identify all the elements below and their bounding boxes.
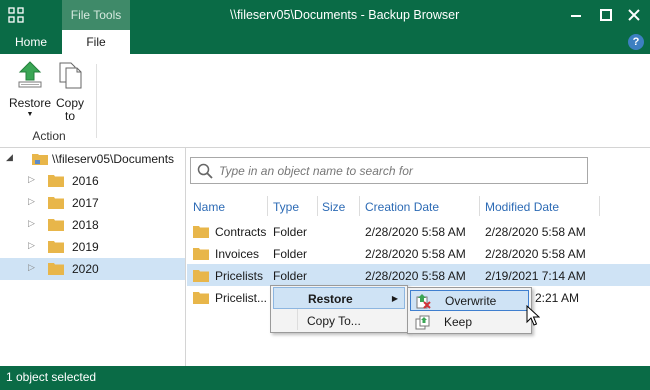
folder-icon — [48, 219, 64, 231]
tree-item-label: 2020 — [72, 262, 99, 276]
cell-name: Pricelist... — [215, 291, 268, 305]
expanded-arrow-icon[interactable]: ◢ — [6, 152, 13, 163]
collapsed-arrow-icon[interactable]: ▷ — [28, 262, 35, 273]
cell-type: Folder — [273, 225, 308, 239]
tree-item-2018[interactable]: ▷ 2018 — [0, 214, 185, 236]
search-input[interactable] — [219, 161, 579, 180]
table-row[interactable]: Invoices Folder 2/28/2020 5:58 AM 2/28/2… — [187, 242, 650, 264]
mouse-cursor-icon — [526, 305, 540, 326]
column-divider[interactable] — [479, 196, 480, 216]
menu-item-label: Restore — [308, 292, 353, 306]
search-icon — [197, 163, 213, 179]
folder-icon — [193, 226, 209, 238]
folder-icon — [193, 248, 209, 260]
restore-button-label: Restore — [8, 96, 52, 110]
app-menu-icon[interactable] — [8, 7, 24, 23]
collapsed-arrow-icon[interactable]: ▷ — [28, 240, 35, 251]
chevron-down-icon: ▼ — [26, 111, 34, 118]
tree-item-2019[interactable]: ▷ 2019 — [0, 236, 185, 258]
cell-name: Invoices — [215, 247, 260, 261]
maximize-icon[interactable] — [598, 7, 614, 23]
column-header-size[interactable]: Size — [322, 200, 345, 214]
network-folder-icon — [32, 154, 48, 165]
restore-submenu: Overwrite Keep — [407, 287, 532, 334]
tree-root-label: \\fileserv05\Documents — [52, 152, 175, 166]
cell-type: Folder — [273, 269, 308, 283]
copy-icon — [59, 62, 82, 89]
cell-created: 2/28/2020 5:58 AM — [365, 225, 466, 239]
menu-item-overwrite[interactable]: Overwrite — [410, 290, 529, 311]
tree-item-label: 2018 — [72, 218, 99, 232]
copy-to-button[interactable]: Copy to — [52, 60, 88, 123]
menu-item-label: Keep — [444, 315, 473, 329]
menu-item-keep[interactable]: Keep — [410, 312, 529, 333]
column-divider[interactable] — [267, 196, 268, 216]
ribbon: Restore ▼ Copy to Action — [0, 54, 650, 148]
search-box[interactable] — [190, 157, 588, 184]
status-bar: 1 object selected — [0, 366, 650, 390]
tree-item-2017[interactable]: ▷ 2017 — [0, 192, 185, 214]
tab-home[interactable]: Home — [0, 30, 62, 54]
keep-icon — [415, 315, 430, 330]
folder-tree: ◢ \\fileserv05\Documents ▷ 2016 ▷ 2017 ▷… — [0, 148, 186, 366]
cell-modified: 2/19/2021 7:14 AM — [485, 269, 586, 283]
copy-to-button-label: Copy to — [55, 96, 84, 123]
folder-icon — [48, 197, 64, 209]
column-divider[interactable] — [599, 196, 600, 216]
title-bar: File Tools \\fileserv05\Documents - Back… — [0, 0, 650, 30]
collapsed-arrow-icon[interactable]: ▷ — [28, 218, 35, 229]
cell-created: 2/28/2020 5:58 AM — [365, 247, 466, 261]
cell-created: 2/28/2020 5:58 AM — [365, 269, 466, 283]
ribbon-group-label: Action — [32, 129, 66, 143]
ribbon-tab-strip: Home File ? — [0, 30, 650, 54]
folder-icon — [48, 241, 64, 253]
column-header-type[interactable]: Type — [273, 200, 299, 214]
column-divider[interactable] — [317, 196, 318, 216]
tree-item-2016[interactable]: ▷ 2016 — [0, 170, 185, 192]
tree-root[interactable]: ◢ \\fileserv05\Documents — [0, 148, 185, 170]
file-tools-context-tab: File Tools — [62, 0, 130, 30]
cell-modified: 2/28/2020 5:58 AM — [485, 225, 586, 239]
folder-icon — [48, 175, 64, 187]
cell-name: Pricelists — [215, 269, 264, 283]
folder-icon — [193, 270, 209, 282]
folder-icon — [193, 292, 209, 304]
restore-button[interactable]: Restore ▼ — [6, 60, 54, 120]
collapsed-arrow-icon[interactable]: ▷ — [28, 174, 35, 185]
tree-item-2020[interactable]: ▷ 2020 — [0, 258, 185, 280]
tab-file[interactable]: File — [62, 30, 130, 54]
cell-modified: 2:21 AM — [535, 291, 580, 305]
table-row[interactable]: Contracts Folder 2/28/2020 5:58 AM 2/28/… — [187, 220, 650, 242]
menu-item-copy-to[interactable]: Copy To... — [273, 310, 405, 332]
context-menu: Restore ▶ Copy To... — [270, 285, 408, 333]
close-icon[interactable] — [626, 7, 642, 23]
cell-modified: 2/28/2020 5:58 AM — [485, 247, 586, 261]
cell-name: Contracts — [215, 225, 267, 239]
restore-icon — [18, 61, 42, 88]
window-title: \\fileserv05\Documents - Backup Browser — [230, 8, 460, 22]
menu-item-label: Copy To... — [307, 314, 361, 328]
overwrite-icon — [416, 294, 431, 309]
column-divider[interactable] — [359, 196, 360, 216]
column-header-name[interactable]: Name — [193, 200, 225, 214]
folder-icon — [48, 263, 64, 275]
tree-item-label: 2019 — [72, 240, 99, 254]
submenu-arrow-icon: ▶ — [391, 294, 398, 303]
minimize-icon[interactable] — [568, 7, 584, 23]
cell-type: Folder — [273, 247, 308, 261]
tree-item-label: 2017 — [72, 196, 99, 210]
column-header-creation-date[interactable]: Creation Date — [365, 200, 439, 214]
ribbon-group-divider — [96, 64, 97, 138]
table-row[interactable]: Pricelists Folder 2/28/2020 5:58 AM 2/19… — [187, 264, 650, 286]
tree-item-label: 2016 — [72, 174, 99, 188]
status-text: 1 object selected — [6, 370, 97, 384]
menu-item-restore[interactable]: Restore ▶ — [273, 287, 405, 309]
column-header-modified-date[interactable]: Modified Date — [485, 200, 559, 214]
help-icon[interactable]: ? — [628, 34, 644, 50]
collapsed-arrow-icon[interactable]: ▷ — [28, 196, 35, 207]
menu-item-label: Overwrite — [445, 294, 497, 308]
